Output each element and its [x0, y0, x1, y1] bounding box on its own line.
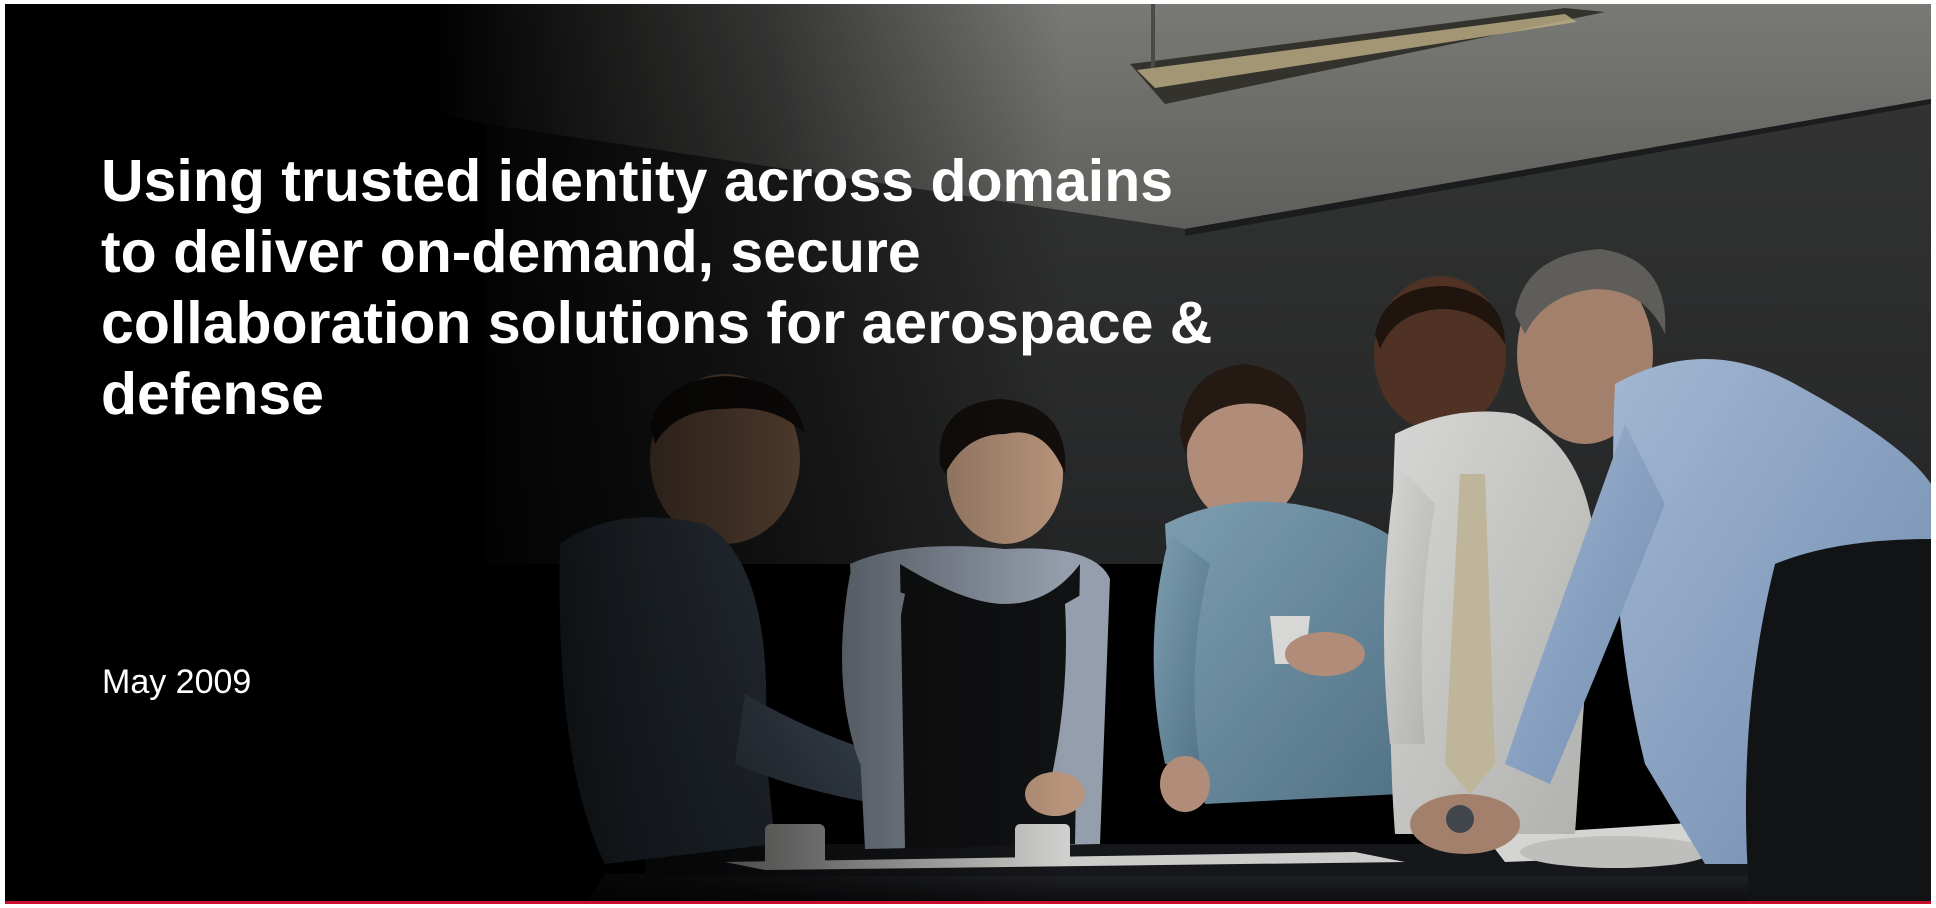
team-meeting-photo [5, 4, 1931, 904]
slide-date: May 2009 [102, 663, 252, 701]
title-slide: Using trusted identity across domains to… [5, 4, 1931, 904]
slide-title: Using trusted identity across domains to… [101, 148, 1213, 427]
accent-rule [5, 901, 1931, 904]
